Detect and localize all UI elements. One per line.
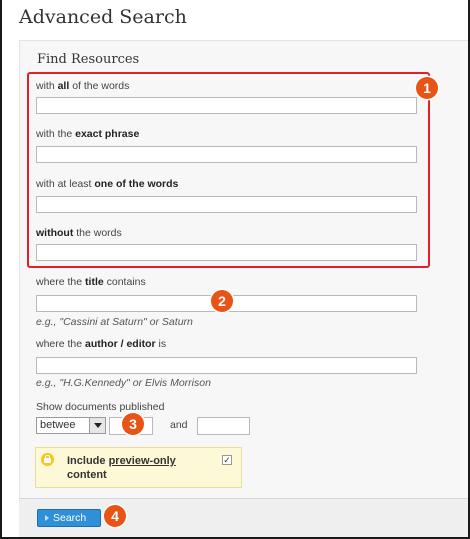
title-hint: e.g., "Cassini at Saturn" or Saturn [36,316,193,328]
highlight-box [27,72,430,268]
page-title: Advanced Search [19,6,187,28]
badge-4: 4 [104,505,126,527]
search-button-label: Search [53,512,87,524]
year-to-input[interactable] [197,417,250,435]
badge-2: 2 [211,290,233,312]
chevron-down-icon[interactable] [89,418,105,433]
lock-icon [41,453,54,466]
author-input[interactable] [36,357,417,374]
and-label: and [170,419,188,431]
badge-1: 1 [416,77,438,99]
preview-only-checkbox[interactable]: ✓ [222,455,232,465]
badge-3: 3 [122,413,144,435]
author-label: where the author / editor is [36,338,167,350]
section-title: Find Resources [37,52,140,67]
author-hint: e.g., "H.G.Kennedy" or Elvis Morrison [36,377,211,389]
search-button[interactable]: Search [37,509,101,527]
preview-only-label: Include preview-only content [67,455,176,481]
play-icon [45,515,49,522]
published-label: Show documents published [36,401,165,413]
frame-left-border [0,0,2,539]
title-label: where the title contains [36,276,146,288]
